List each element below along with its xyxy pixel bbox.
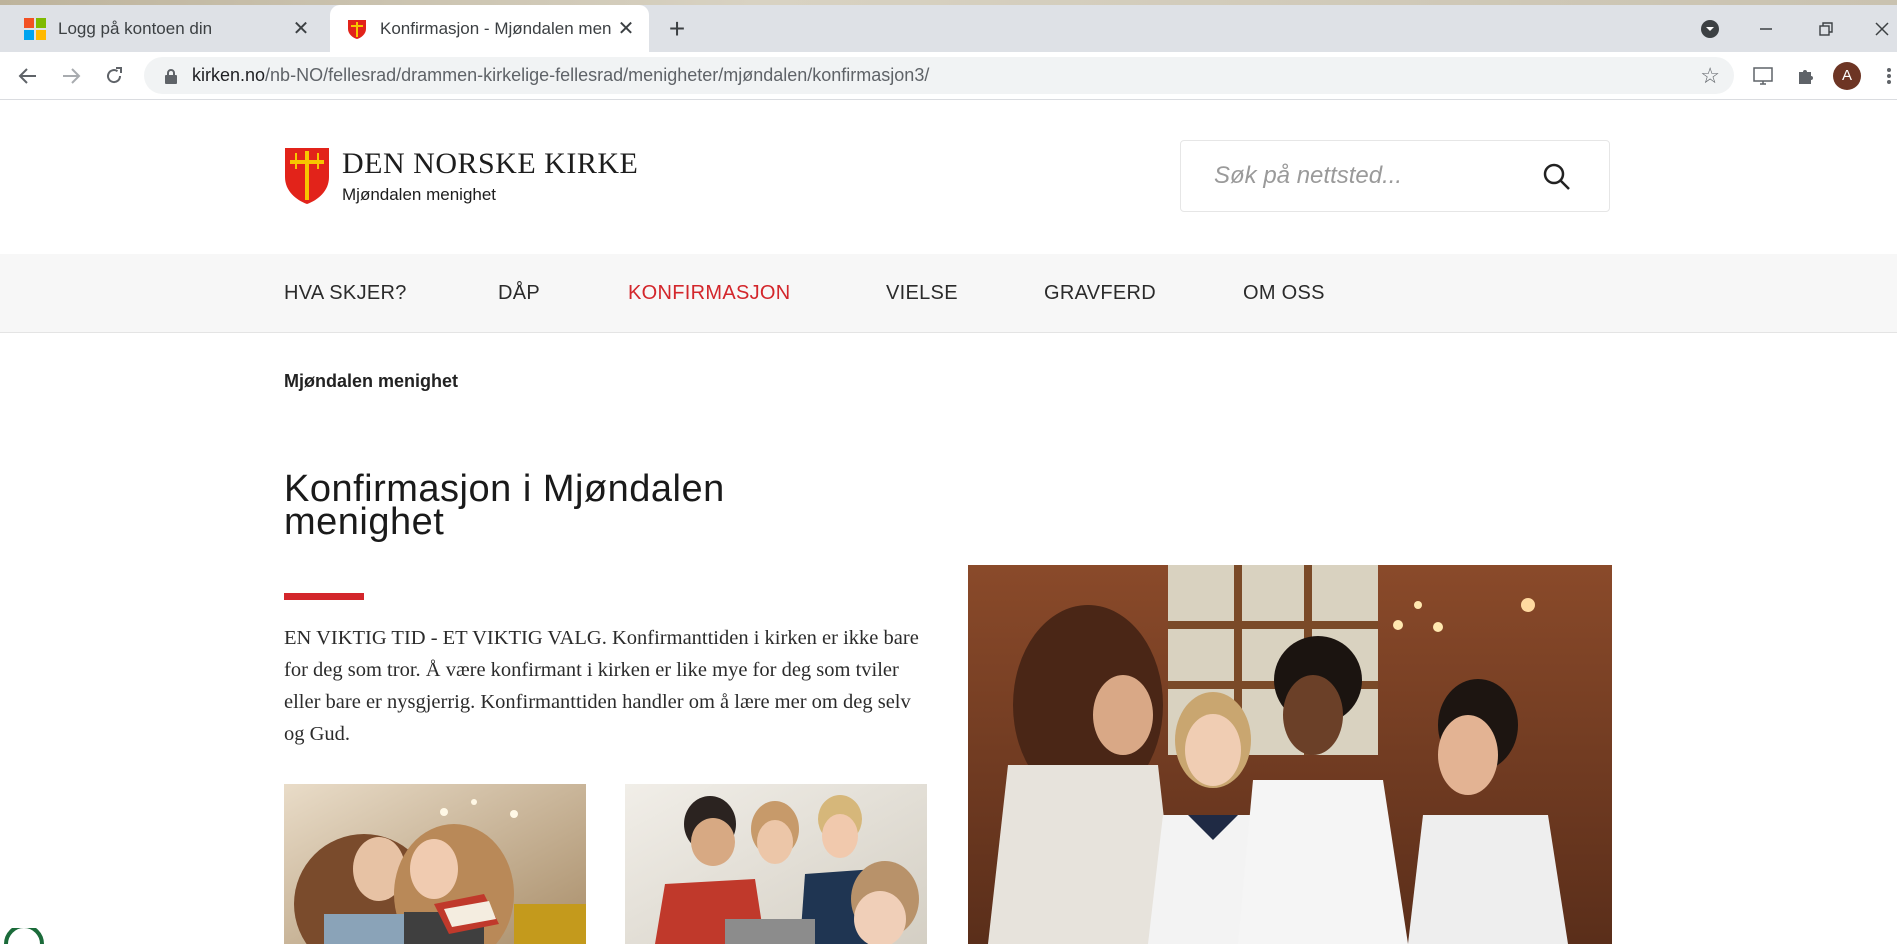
kirke-shield-icon [348,19,366,39]
browser-toolbar: kirken.no/nb-NO/fellesrad/drammen-kirkel… [0,52,1897,100]
nav-item-dap[interactable]: DÅP [498,254,540,332]
web-page: DEN NORSKE KIRKE Mjøndalen menighet HVA … [0,100,1897,944]
site-search [1180,140,1610,212]
menu-kebab-icon[interactable] [1880,52,1897,99]
url-text[interactable]: kirken.no/nb-NO/fellesrad/drammen-kirkel… [192,65,929,86]
cast-icon[interactable] [1745,52,1781,99]
org-name: DEN NORSKE KIRKE [342,147,639,180]
parish-name: Mjøndalen menighet [342,185,497,204]
breadcrumb[interactable]: Mjøndalen menighet [284,371,458,392]
tab-microsoft-login[interactable]: Logg på kontoen din ✕ [0,5,324,52]
new-tab-button[interactable]: + [662,5,692,52]
forward-icon[interactable] [51,52,91,99]
main-nav: HVA SKJER? DÅP KONFIRMASJON VIELSE GRAVF… [0,254,1897,333]
kirke-shield-icon [285,148,329,204]
lock-icon[interactable] [160,68,182,84]
tab-title: Konfirmasjon - Mjøndalen menig [380,18,611,38]
photo-two-girls-reading [284,784,586,944]
reload-icon[interactable] [94,52,134,99]
nav-item-hva-skjer[interactable]: HVA SKJER? [284,254,407,332]
close-tab-icon[interactable]: ✕ [611,16,641,41]
close-tab-icon[interactable]: ✕ [286,16,316,41]
tab-title: Logg på kontoen din [58,18,213,38]
photo-confirmands-in-church [968,565,1612,944]
close-window-icon[interactable] [1866,5,1897,52]
site-logo[interactable]: DEN NORSKE KIRKE Mjøndalen menighet [284,147,638,205]
nav-item-vielse[interactable]: VIELSE [886,254,958,332]
avatar: A [1833,61,1861,90]
url-domain: kirken.no [192,65,266,85]
extensions-puzzle-icon[interactable] [1788,52,1824,99]
nav-item-konfirmasjon[interactable]: KONFIRMASJON [628,254,791,332]
lead-paragraph: EN VIKTIG TID - ET VIKTIG VALG. Konfirma… [284,627,919,745]
tab-search-icon[interactable] [1692,5,1728,52]
title-accent-bar [284,593,364,600]
bookmark-star-icon[interactable]: ☆ [1700,63,1720,89]
page-title: Konfirmasjon i Mjøndalen menighet [284,468,725,543]
url-path: /nb-NO/fellesrad/drammen-kirkelige-felle… [265,65,930,85]
search-input[interactable] [1212,161,1536,191]
address-bar[interactable]: kirken.no/nb-NO/fellesrad/drammen-kirkel… [144,57,1734,94]
nav-item-om-oss[interactable]: OM OSS [1243,254,1325,332]
accessibility-widget-icon[interactable] [0,928,48,944]
minimize-icon[interactable] [1748,5,1784,52]
search-icon[interactable] [1543,163,1571,191]
tab-konfirmasjon[interactable]: Konfirmasjon - Mjøndalen menig ✕ [330,5,649,52]
photo-students-at-table [625,784,927,944]
restore-icon[interactable] [1808,5,1844,52]
tab-strip: Logg på kontoen din ✕ Konfirmasjon - Mjø… [0,5,1897,52]
nav-item-gravferd[interactable]: GRAVFERD [1044,254,1156,332]
back-icon[interactable] [8,52,48,99]
microsoft-icon [24,17,46,40]
profile-avatar[interactable]: A [1829,52,1865,99]
